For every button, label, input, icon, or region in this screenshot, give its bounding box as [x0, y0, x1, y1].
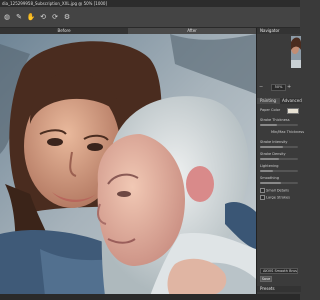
tab-advanced[interactable]: Advanced	[279, 98, 304, 104]
zoom-field[interactable]: 50%	[271, 84, 286, 91]
small-details-checkbox[interactable]: Small Details	[260, 188, 289, 193]
navigator-thumbnail[interactable]	[291, 36, 301, 68]
tab-painting[interactable]: Painting	[257, 98, 280, 104]
settings-icon[interactable]: ⚙	[63, 13, 71, 21]
stroke-thickness-slider[interactable]	[260, 124, 298, 126]
smoothing-label: Smoothing	[260, 176, 279, 180]
crop-icon[interactable]: ◍	[3, 13, 11, 21]
undo-icon[interactable]: ⟲	[39, 13, 47, 21]
image-canvas[interactable]	[0, 34, 256, 296]
hand-icon[interactable]: ✋	[27, 13, 36, 21]
window-title: dia_125299958_Subscription_XXL.jpg @ 50%…	[2, 1, 108, 6]
stroke-intensity-slider[interactable]	[260, 146, 298, 148]
save-preset-button[interactable]: Save	[260, 276, 272, 282]
large-strokes-label: Large Strokes	[266, 195, 290, 200]
lightening-slider[interactable]	[260, 170, 298, 172]
settings-panel: Navigator − 50% + Painting Advanced Pape…	[256, 28, 304, 294]
stroke-density-slider[interactable]	[260, 158, 298, 160]
zoom-out-icon[interactable]: −	[259, 84, 263, 90]
status-bar	[0, 294, 300, 300]
brush-icon[interactable]: ✎	[15, 13, 23, 21]
stroke-thickness-label: Stroke Thickness	[260, 118, 290, 122]
lightening-label: Lightening	[260, 164, 279, 168]
small-details-label: Small Details	[266, 188, 289, 193]
panel-tabs: Painting Advanced	[257, 98, 304, 104]
smoothing-slider[interactable]	[260, 182, 298, 184]
toolbar: ◍ ✎ ✋ ⟲ ⟳ ⚙	[0, 7, 300, 28]
presets-title: Presets	[257, 286, 301, 292]
large-strokes-checkbox[interactable]: Large Strokes	[260, 195, 290, 200]
painting-image	[0, 34, 256, 296]
paper-color-label: Paper Color	[260, 108, 281, 112]
paper-color-swatch[interactable]	[287, 108, 299, 114]
zoom-control: − 50% +	[259, 84, 299, 91]
zoom-in-icon[interactable]: +	[287, 84, 291, 90]
stroke-density-label: Stroke Density	[260, 152, 286, 156]
navigator-title: Navigator	[257, 28, 300, 34]
preset-select[interactable]: AKVIS Smooth Brush	[260, 268, 298, 274]
min-max-thickness-label: Min/Max Thickness	[271, 130, 305, 134]
redo-icon[interactable]: ⟳	[51, 13, 59, 21]
stroke-intensity-label: Stroke Intensity	[260, 140, 288, 144]
navigator-preview	[291, 36, 301, 68]
window-title-bar: dia_125299958_Subscription_XXL.jpg @ 50%…	[0, 0, 300, 7]
